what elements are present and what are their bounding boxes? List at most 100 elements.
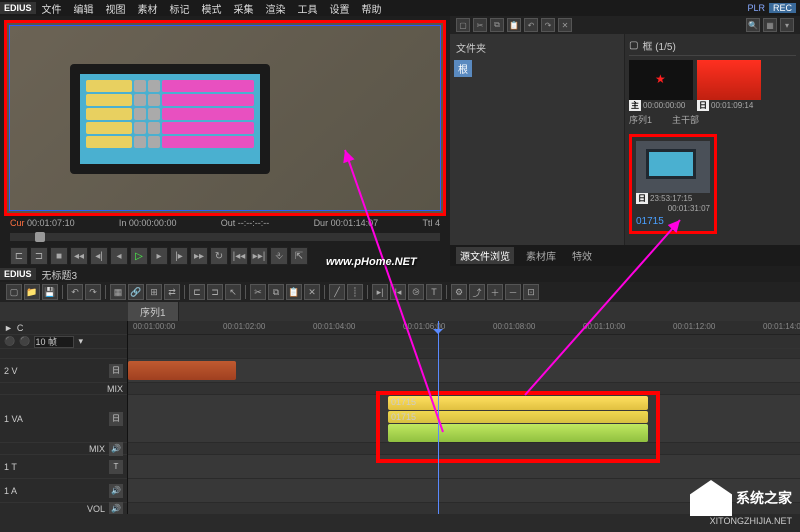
next-frame-button[interactable]: |▸ [170,247,188,265]
step-fwd-button[interactable]: ▸ [150,247,168,265]
menu-marker[interactable]: 标记 [164,0,196,17]
tool-undo-icon[interactable]: ↶ [67,284,83,300]
playhead[interactable] [438,321,439,514]
preview-pane: Cur 00:01:07:10 In 00:00:00:00 Out --:--… [0,16,450,266]
track-header-t[interactable]: 1 T T [0,455,127,479]
tool-new-icon[interactable]: ▢ [6,284,22,300]
menu-settings[interactable]: 设置 [324,0,356,17]
step-back-button[interactable]: ◂ [110,247,128,265]
menu-file[interactable]: 文件 [36,0,68,17]
tool-split-icon[interactable]: ┊ [347,284,363,300]
set-in-button[interactable]: ⊏ [10,247,28,265]
tool-group-icon[interactable]: ▦ [110,284,126,300]
tool-razor-icon[interactable]: ╱ [329,284,345,300]
track-header-a[interactable]: 1 A 🔊 [0,479,127,503]
menu-tools[interactable]: 工具 [292,0,324,17]
menu-capture[interactable]: 采集 [228,0,260,17]
clip-v2[interactable] [128,361,236,380]
bin-copy-icon[interactable]: ⧉ [490,18,504,32]
tool-title-icon[interactable]: T [426,284,442,300]
bin-paste-icon[interactable]: 📋 [507,18,521,32]
rewind-button[interactable]: ◂◂ [70,247,88,265]
play-button[interactable]: ▷ [130,247,148,265]
tool-zoom-out-icon[interactable]: － [505,284,521,300]
menu-view[interactable]: 视图 [100,0,132,17]
ffwd-button[interactable]: ▸▸ [190,247,208,265]
title-icon[interactable]: T [109,460,123,474]
tool-trim-out-icon[interactable]: ⊐ [207,284,223,300]
tool-delete-icon[interactable]: ✕ [304,284,320,300]
prev-edit-button[interactable]: |◂◂ [230,247,248,265]
menu-help[interactable]: 帮助 [356,0,388,17]
bin-redo-icon[interactable]: ↷ [541,18,555,32]
tool-render-icon[interactable]: ⚙ [451,284,467,300]
vol-label: VOL [87,504,105,514]
scale-lane[interactable] [128,335,800,349]
tool-redo-icon[interactable]: ↷ [85,284,101,300]
tool-ripple-icon[interactable]: ⇄ [164,284,180,300]
track-header-v2[interactable]: 2 V 日 [0,359,127,383]
track-lane-v2[interactable] [128,359,800,383]
bin-selected-thumb[interactable]: 日23:53:17:15 00:01:31:07 01715 [629,134,717,234]
tool-marker-out-icon[interactable]: |◂ [390,284,406,300]
bin-cut-icon[interactable]: ✂ [473,18,487,32]
tool-transition-icon[interactable]: ⧁ [408,284,424,300]
bin-thumb[interactable]: 主00:00:00:00 [629,60,693,111]
audio-icon[interactable]: 🔊 [109,484,123,498]
stop-button[interactable]: ■ [50,247,68,265]
insert-button[interactable]: ⎀ [270,247,288,265]
tool-link-icon[interactable]: 🔗 [128,284,144,300]
bin-undo-icon[interactable]: ↶ [524,18,538,32]
bin-root[interactable]: 根 [454,60,472,77]
bin-delete-icon[interactable]: ✕ [558,18,572,32]
tool-cut-icon[interactable]: ✂ [250,284,266,300]
marker-lane[interactable] [128,349,800,359]
preview-monitor[interactable] [4,20,446,216]
bin-more-icon[interactable]: ▾ [780,18,794,32]
ttl-val: 4 [435,218,440,228]
menu-edit[interactable]: 编辑 [68,0,100,17]
tool-trim-icon[interactable]: ⊏ [189,284,205,300]
loop-button[interactable]: ↻ [210,247,228,265]
bin-thumb[interactable]: 日00:01:09:14 [697,60,761,111]
tool-save-icon[interactable]: 💾 [42,284,58,300]
bin-tree-tab[interactable]: 文件夹 [454,38,620,57]
link2-icon[interactable]: ⚫ [19,336,30,347]
bin-view-icon[interactable]: ▦ [763,18,777,32]
overwrite-button[interactable]: ⇱ [290,247,308,265]
tool-open-icon[interactable]: 📁 [24,284,40,300]
next-edit-button[interactable]: ▸▸| [250,247,268,265]
tool-zoom-in-icon[interactable]: ＋ [487,284,503,300]
scrub-bar[interactable] [10,233,440,241]
sequence-tab[interactable]: 序列1 [128,302,179,321]
bin-search-icon[interactable]: 🔍 [746,18,760,32]
plr-indicator: PLR [743,3,769,13]
tool-snap-icon[interactable]: ⊞ [146,284,162,300]
tool-fit-icon[interactable]: ⊡ [523,284,539,300]
tab-effects[interactable]: 特效 [568,247,596,264]
menu-mode[interactable]: 模式 [196,0,228,17]
set-out-button[interactable]: ⊐ [30,247,48,265]
frame-step-input[interactable] [34,336,74,348]
tool-export-icon[interactable]: ⤴ [469,284,485,300]
tab-source-browse[interactable]: 源文件浏览 [456,247,514,264]
tool-cursor-icon[interactable]: ↖ [225,284,241,300]
track-header-va[interactable]: 1 VA 日 [0,395,127,443]
tab-library[interactable]: 素材库 [522,247,560,264]
audio-icon[interactable]: 🔊 [109,502,123,515]
menu-clip[interactable]: 素材 [132,0,164,17]
tool-copy-icon[interactable]: ⧉ [268,284,284,300]
tool-marker-in-icon[interactable]: ▸| [372,284,388,300]
video-icon[interactable]: 日 [109,364,123,378]
prev-frame-button[interactable]: ◂| [90,247,108,265]
chevron-down-icon[interactable]: ▾ [78,336,83,347]
audio-icon[interactable]: 🔊 [109,442,123,456]
menu-render[interactable]: 渲染 [260,0,292,17]
video-icon[interactable]: 日 [109,412,123,426]
tool-paste-icon[interactable]: 📋 [286,284,302,300]
scrub-handle[interactable] [35,232,45,242]
bin-new-icon[interactable]: ▢ [456,18,470,32]
timeline-ruler[interactable]: 00:01:00:00 00:01:02:00 00:01:04:00 00:0… [128,321,800,335]
rec-indicator[interactable]: REC [769,3,796,13]
link1-icon[interactable]: ⚫ [4,336,15,347]
